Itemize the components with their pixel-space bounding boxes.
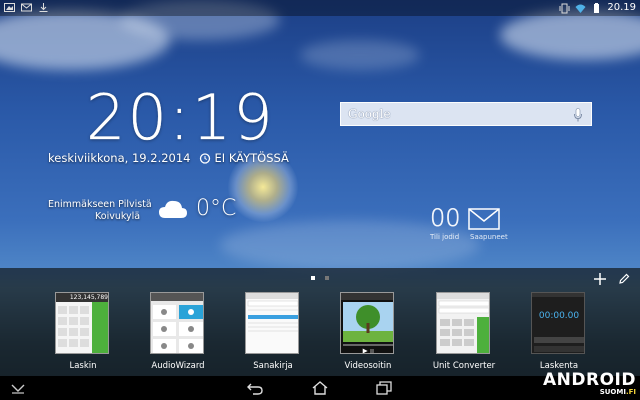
sanakirja-thumbnail [245,292,299,354]
wifi-icon [575,4,586,13]
laskin-thumbnail: 123,145,789 [55,292,109,354]
app-label: Laskin [69,361,97,371]
converter-keypad-icon [437,293,489,353]
brand-main-text: ANDROID [543,370,636,390]
calc-keypad-icon [58,302,108,353]
app-label: Videosoitin [344,361,392,371]
email-count[interactable]: 00 [430,205,461,232]
google-search-bar[interactable]: Google [340,102,592,126]
status-time: 20.19 [607,2,636,13]
videosoitin-thumbnail [340,292,394,354]
app-audiowizard[interactable]: AudioWizard [150,292,206,371]
download-icon [39,3,48,12]
app-sanakirja[interactable]: Sanakirja [245,292,301,371]
page-dot-1[interactable] [311,276,315,280]
back-icon[interactable] [247,381,263,395]
status-bar: 20.19 [0,0,640,16]
cloud-icon [159,200,187,218]
audiowizard-grid-icon [151,293,203,353]
calc-display: 123,145,789 [56,293,108,302]
add-icon[interactable] [594,273,606,285]
google-logo: Google [348,107,391,121]
android-suomi-logo: ANDROID SUOMI.FI [520,371,636,396]
envelope-icon[interactable] [468,208,500,230]
app-label: Unit Converter [432,361,496,371]
app-laskin[interactable]: 123,145,789 Laskin [55,292,111,371]
gmail-icon [21,3,32,12]
app-label: AudioWizard [151,361,205,371]
app-videosoitin[interactable]: Videosoitin [340,292,396,371]
page-dot-2[interactable] [325,276,329,280]
laskenta-thumbnail: 00:00.00 [531,292,585,354]
weather-condition: Enimmäkseen Pilvistä [48,199,152,210]
home-icon[interactable] [312,381,328,395]
dictionary-list-icon [246,293,298,332]
app-laskenta[interactable]: 00:00.00 Laskenta [531,292,587,371]
app-label: Sanakirja [253,361,293,371]
unit-converter-thumbnail [436,292,490,354]
alarm-icon [199,153,210,164]
mic-icon[interactable] [573,108,583,122]
audiowizard-thumbnail [150,292,204,354]
video-tree-preview-icon [341,293,393,353]
battery-icon [594,2,600,13]
brand-sub-prefix: SUOMI [599,388,626,396]
image-icon [4,3,15,12]
page-indicator [311,276,329,280]
sun-glow [228,152,298,222]
timer-display: 00:00.00 [538,311,580,321]
brand-sub-suffix: .FI [625,388,636,396]
edit-icon[interactable] [618,273,630,285]
clock-time[interactable]: 20:19 [86,85,275,150]
vibrate-icon [559,3,570,13]
weather-temperature: 0°C [196,196,237,221]
date-text: keskiviikkona, 19.2.2014 [48,151,191,165]
weather-city: Koivukylä [95,211,141,222]
hide-keyboard-icon[interactable] [10,381,26,395]
email-label-unread: Tili jodid [430,233,460,241]
email-label-inbox: Saapuneet [470,233,508,241]
recent-apps-icon[interactable] [376,381,392,395]
app-unit-converter[interactable]: Unit Converter [433,292,495,371]
